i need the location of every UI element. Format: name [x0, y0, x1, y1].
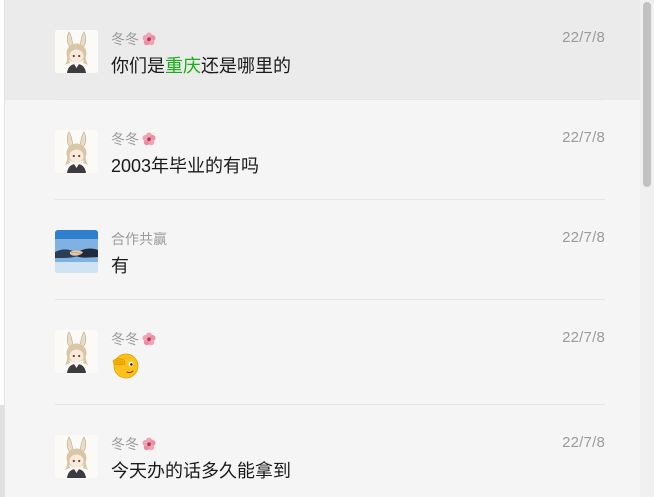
message-date: 22/7/8	[562, 29, 605, 46]
message-date: 22/7/8	[562, 229, 605, 246]
left-panel-block	[0, 405, 4, 497]
message-item[interactable]: 合作共赢 22/7/8 有	[5, 200, 640, 300]
sender-name[interactable]: 冬冬	[111, 129, 157, 149]
message-date: 22/7/8	[562, 129, 605, 146]
message-item[interactable]: 冬冬 22/7/8 今天办的话多久能拿到	[5, 405, 640, 497]
sender-label: 冬冬	[111, 31, 139, 47]
message-date: 22/7/8	[562, 329, 605, 346]
message-item[interactable]: 冬冬 22/7/8 2003年毕业的有吗	[5, 100, 640, 200]
anime-bunny-girl-avatar[interactable]	[55, 130, 98, 173]
anime-bunny-girl-avatar[interactable]	[55, 330, 98, 373]
sender-name[interactable]: 冬冬	[111, 329, 157, 349]
message-text: 2003年毕业的有吗	[111, 156, 260, 176]
message-text: 今天办的话多久能拿到	[111, 461, 291, 481]
anime-bunny-girl-avatar[interactable]	[55, 435, 98, 478]
text-part: 还是哪里的	[201, 56, 291, 76]
keyword-highlight: 重庆	[165, 56, 201, 76]
text-part: 你们是	[111, 56, 165, 76]
facepalm-emoji-icon	[112, 353, 139, 379]
sender-label: 合作共赢	[111, 231, 167, 247]
cherry-blossom-icon	[141, 436, 157, 452]
anime-bunny-girl-avatar[interactable]	[55, 30, 98, 73]
sender-label: 冬冬	[111, 131, 139, 147]
cherry-blossom-icon	[141, 131, 157, 147]
cherry-blossom-icon	[141, 31, 157, 47]
sender-label: 冬冬	[111, 436, 139, 452]
handshake-avatar[interactable]	[55, 230, 98, 273]
sender-name[interactable]: 冬冬	[111, 434, 157, 454]
message-item[interactable]: 冬冬 22/7/8 你们是重庆还是哪里的	[5, 0, 640, 100]
message-date: 22/7/8	[562, 434, 605, 451]
scrollbar-thumb[interactable]	[643, 2, 651, 187]
vertical-scrollbar[interactable]	[640, 0, 654, 497]
sender-name[interactable]: 合作共赢	[111, 229, 167, 249]
message-list[interactable]: 冬冬 22/7/8 你们是重庆还是哪里的 冬冬 22/7/8 2003年毕业的有…	[5, 0, 640, 497]
sender-label: 冬冬	[111, 331, 139, 347]
message-text: 你们是重庆还是哪里的	[111, 52, 291, 78]
sender-name[interactable]: 冬冬	[111, 29, 157, 49]
message-text: 有	[111, 256, 129, 276]
message-item[interactable]: 冬冬 22/7/8	[5, 300, 640, 405]
cherry-blossom-icon	[141, 331, 157, 347]
